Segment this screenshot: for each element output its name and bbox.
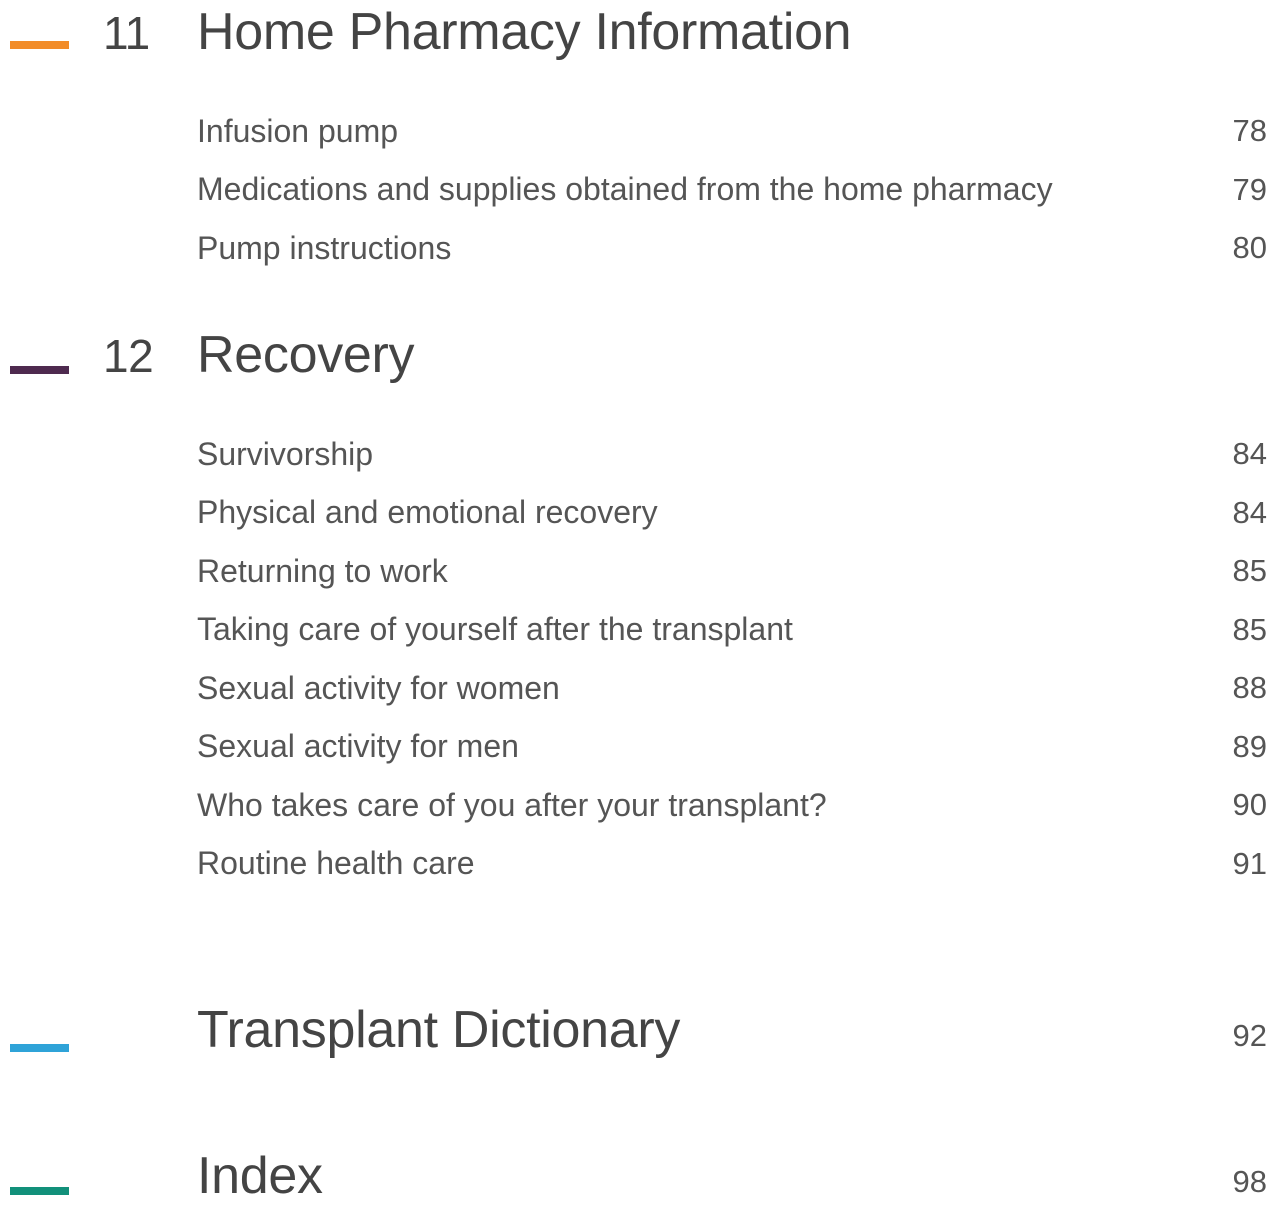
section-number: 11 — [103, 7, 150, 59]
section-heading[interactable]: Index 98 — [0, 1144, 1288, 1224]
toc-entry-page: 85 — [1232, 553, 1267, 589]
toc-entry[interactable]: Physical and emotional recovery 84 — [197, 484, 1267, 543]
toc-entry-label: Survivorship — [197, 435, 374, 472]
toc-entry-page: 88 — [1232, 670, 1267, 706]
toc-entry[interactable]: Who takes care of you after your transpl… — [197, 776, 1267, 835]
toc-entry-page: 89 — [1232, 728, 1267, 764]
toc-entry-page: 80 — [1232, 230, 1267, 266]
toc-entry-page: 90 — [1232, 787, 1267, 823]
toc-entry[interactable]: Routine health care 91 — [197, 835, 1267, 894]
toc-entry-list: Survivorship 84 Physical and emotional r… — [197, 425, 1267, 893]
toc-entry-label: Medications and supplies obtained from t… — [197, 171, 1053, 208]
section-number: 12 — [103, 330, 154, 382]
section-color-bar — [10, 1044, 69, 1052]
toc-entry[interactable]: Infusion pump 78 — [197, 102, 1267, 161]
toc-entry-label: Physical and emotional recovery — [197, 494, 658, 531]
section-color-bar — [10, 41, 69, 49]
toc-entry-label: Pump instructions — [197, 229, 452, 266]
toc-entry[interactable]: Taking care of yourself after the transp… — [197, 601, 1267, 660]
toc-entry-label: Infusion pump — [197, 112, 399, 149]
section-page: 98 — [1232, 1164, 1267, 1199]
toc-section-11: 11 Home Pharmacy Information Infusion pu… — [0, 0, 1288, 266]
toc-entry-label: Sexual activity for women — [197, 669, 560, 706]
toc-entry-label: Who takes care of you after your transpl… — [197, 786, 827, 823]
toc-entry[interactable]: Sexual activity for men 89 — [197, 718, 1267, 777]
toc-entry-list: Infusion pump 78 Medications and supplie… — [197, 102, 1267, 278]
toc-entry[interactable]: Sexual activity for women 88 — [197, 659, 1267, 718]
toc-entry[interactable]: Returning to work 85 — [197, 542, 1267, 601]
toc-entry-page: 78 — [1232, 113, 1267, 149]
toc-section-index[interactable]: Index 98 — [0, 1144, 1288, 1224]
toc-entry-page: 91 — [1232, 845, 1267, 881]
toc-entry-label: Sexual activity for men — [197, 728, 519, 765]
section-title: Home Pharmacy Information — [197, 3, 852, 61]
section-title: Index — [197, 1147, 323, 1205]
toc-entry-label: Returning to work — [197, 552, 448, 589]
section-title: Recovery — [197, 326, 415, 384]
toc-entry[interactable]: Survivorship 84 — [197, 425, 1267, 484]
toc-entry-page: 85 — [1232, 611, 1267, 647]
section-heading[interactable]: 11 Home Pharmacy Information — [0, 0, 1288, 80]
toc-entry-page: 84 — [1232, 494, 1267, 530]
section-page: 92 — [1232, 1018, 1267, 1053]
toc-entry[interactable]: Pump instructions 80 — [197, 219, 1267, 278]
toc-entry-page: 84 — [1232, 436, 1267, 472]
toc-entry-page: 79 — [1232, 171, 1267, 207]
toc-entry[interactable]: Medications and supplies obtained from t… — [197, 161, 1267, 220]
toc-entry-label: Routine health care — [197, 845, 475, 882]
section-color-bar — [10, 366, 69, 374]
toc-section-12: 12 Recovery Survivorship 84 Physical and… — [0, 323, 1288, 881]
section-title: Transplant Dictionary — [197, 1001, 681, 1059]
toc-entry-label: Taking care of yourself after the transp… — [197, 611, 793, 648]
section-heading[interactable]: 12 Recovery — [0, 323, 1288, 403]
toc-section-dictionary[interactable]: Transplant Dictionary 92 — [0, 998, 1288, 1078]
section-heading[interactable]: Transplant Dictionary 92 — [0, 998, 1288, 1078]
section-color-bar — [10, 1187, 69, 1195]
